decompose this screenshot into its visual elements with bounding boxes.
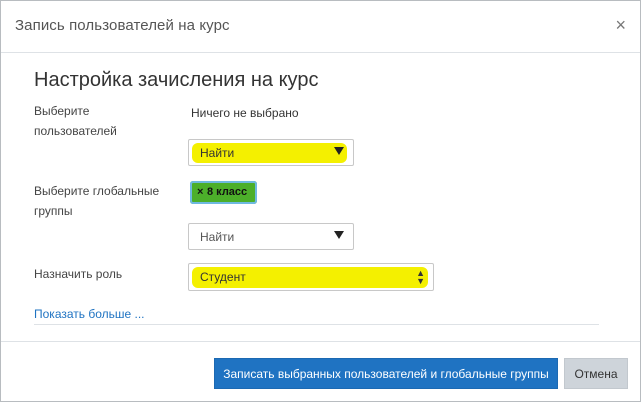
enrol-submit-button[interactable]: Записать выбранных пользователей и глоба… (214, 358, 558, 389)
groups-search-text: Найти (200, 230, 235, 244)
chevron-down-icon (334, 231, 344, 239)
cancel-button[interactable]: Отмена (564, 358, 628, 389)
updown-chevron-icon: ▲ ▼ (416, 268, 425, 286)
show-more-link[interactable]: Показать больше ... (34, 307, 145, 321)
groups-label: Выберите глобальные группы (34, 184, 160, 218)
users-search-select[interactable]: Найти (188, 139, 354, 166)
divider (34, 324, 599, 325)
enrol-dialog: Запись пользователей на курс × Настройка… (0, 0, 641, 402)
dialog-header: Запись пользователей на курс × (1, 1, 640, 53)
dialog-title: Запись пользователей на курс (15, 17, 230, 34)
section-title: Настройка зачисления на курс (34, 69, 319, 91)
group-chip-label: 8 класс (207, 186, 248, 198)
users-search-text: Найти (200, 146, 235, 160)
users-selection-value: Ничего не выбрано (191, 106, 299, 120)
group-chip[interactable]: × 8 класс (190, 181, 257, 204)
role-select[interactable]: Студент ▲ ▼ (188, 263, 434, 291)
remove-icon[interactable]: × (197, 186, 203, 198)
close-icon[interactable]: × (615, 16, 626, 34)
users-label: Выберите пользователей (34, 104, 117, 138)
footer-divider (1, 341, 640, 342)
chevron-down-icon (334, 147, 344, 155)
role-select-value: Студент (200, 270, 246, 284)
groups-search-select[interactable]: Найти (188, 223, 354, 250)
role-label: Назначить роль (34, 267, 123, 281)
